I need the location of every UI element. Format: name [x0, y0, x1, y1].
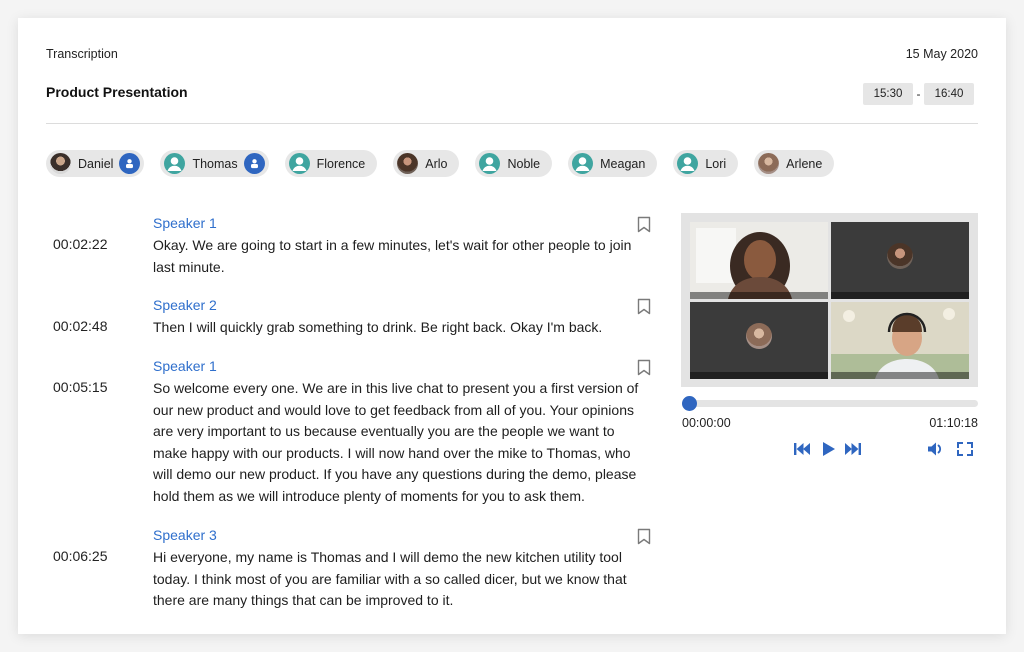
- participant-video-frame: [831, 302, 969, 379]
- person-icon: [119, 153, 141, 174]
- speaker-link[interactable]: Speaker 1: [153, 358, 217, 374]
- avatar: [887, 242, 913, 269]
- speaker-link[interactable]: Speaker 2: [153, 297, 217, 313]
- section-label: Transcription: [46, 47, 118, 61]
- time-separator: -: [916, 87, 921, 101]
- volume-icon[interactable]: [927, 441, 945, 457]
- participant-name: Arlo: [425, 156, 448, 171]
- participant-chip-arlo[interactable]: Arlo: [393, 150, 460, 177]
- time-range: 15:30 - 16:40: [863, 83, 974, 105]
- time-end-box[interactable]: 16:40: [924, 83, 974, 105]
- play-icon[interactable]: [820, 441, 838, 457]
- tile-name-bar: [831, 292, 969, 299]
- participant-chip-noble[interactable]: Noble: [475, 150, 553, 177]
- participant-list: Daniel Thomas Florence Arlo Noble Meagan…: [46, 150, 850, 177]
- fullscreen-icon[interactable]: [956, 441, 974, 457]
- participant-name: Noble: [507, 156, 541, 171]
- time-start-box[interactable]: 15:30: [863, 83, 913, 105]
- transcript-text: So welcome every one. We are in this liv…: [153, 380, 639, 504]
- participant-chip-meagan[interactable]: Meagan: [568, 150, 658, 177]
- participant-name: Lori: [705, 156, 727, 171]
- progress-track[interactable]: [682, 400, 978, 407]
- timestamp[interactable]: 00:02:22: [53, 236, 108, 252]
- participant-video-frame: [690, 222, 828, 299]
- bookmark-icon[interactable]: [637, 528, 651, 545]
- person-icon: [243, 153, 265, 174]
- header-divider: [46, 123, 978, 124]
- transcript-text: Then I will quickly grab something to dr…: [153, 319, 603, 335]
- transcript-text: Hi everyone, my name is Thomas and I wil…: [153, 549, 627, 608]
- video-tile-participant: [831, 222, 969, 299]
- avatar: [397, 153, 419, 174]
- participant-chip-lori[interactable]: Lori: [673, 150, 739, 177]
- avatar: [746, 322, 772, 349]
- person-avatar-icon: [479, 153, 501, 174]
- skip-back-icon[interactable]: [793, 441, 811, 457]
- avatar: [50, 153, 71, 174]
- participant-chip-florence[interactable]: Florence: [284, 150, 378, 177]
- video-player[interactable]: [681, 213, 978, 387]
- page-title: Product Presentation: [46, 84, 188, 100]
- person-avatar-icon: [288, 153, 310, 174]
- timestamp[interactable]: 00:02:48: [53, 318, 108, 334]
- transcript-text: Okay. We are going to start in a few min…: [153, 237, 632, 275]
- tile-name-bar: [690, 292, 828, 299]
- meeting-date: 15 May 2020: [905, 47, 978, 61]
- participant-chip-daniel[interactable]: Daniel: [46, 150, 145, 177]
- timestamp[interactable]: 00:05:15: [53, 379, 108, 395]
- avatar: [758, 153, 780, 174]
- participant-name: Florence: [316, 156, 366, 171]
- speaker-link[interactable]: Speaker 1: [153, 215, 217, 231]
- progress-slider[interactable]: [682, 396, 978, 411]
- person-avatar-icon: [572, 153, 594, 174]
- person-avatar-icon: [677, 153, 699, 174]
- participant-chip-thomas[interactable]: Thomas: [160, 150, 269, 177]
- speaker-link[interactable]: Speaker 3: [153, 527, 217, 543]
- tile-name-bar: [690, 372, 828, 379]
- progress-handle[interactable]: [682, 396, 697, 411]
- participant-name: Meagan: [600, 156, 646, 171]
- bookmark-icon[interactable]: [637, 216, 651, 233]
- participant-name: Daniel: [78, 156, 114, 171]
- person-avatar-icon: [164, 153, 186, 174]
- participant-chip-arlene[interactable]: Arlene: [754, 150, 835, 177]
- current-time: 00:00:00: [682, 416, 731, 430]
- video-tile-participant: [690, 302, 828, 379]
- transcription-card: Transcription 15 May 2020 Product Presen…: [18, 18, 1006, 634]
- bookmark-icon[interactable]: [637, 298, 651, 315]
- participant-name: Arlene: [786, 156, 823, 171]
- video-tile-participant: [831, 302, 969, 379]
- bookmark-icon[interactable]: [637, 359, 651, 376]
- timestamp[interactable]: 00:06:25: [53, 548, 108, 564]
- skip-forward-icon[interactable]: [844, 441, 862, 457]
- video-tile-participant: [690, 222, 828, 299]
- total-duration: 01:10:18: [929, 416, 978, 430]
- participant-name: Thomas: [192, 156, 238, 171]
- tile-name-bar: [831, 372, 969, 379]
